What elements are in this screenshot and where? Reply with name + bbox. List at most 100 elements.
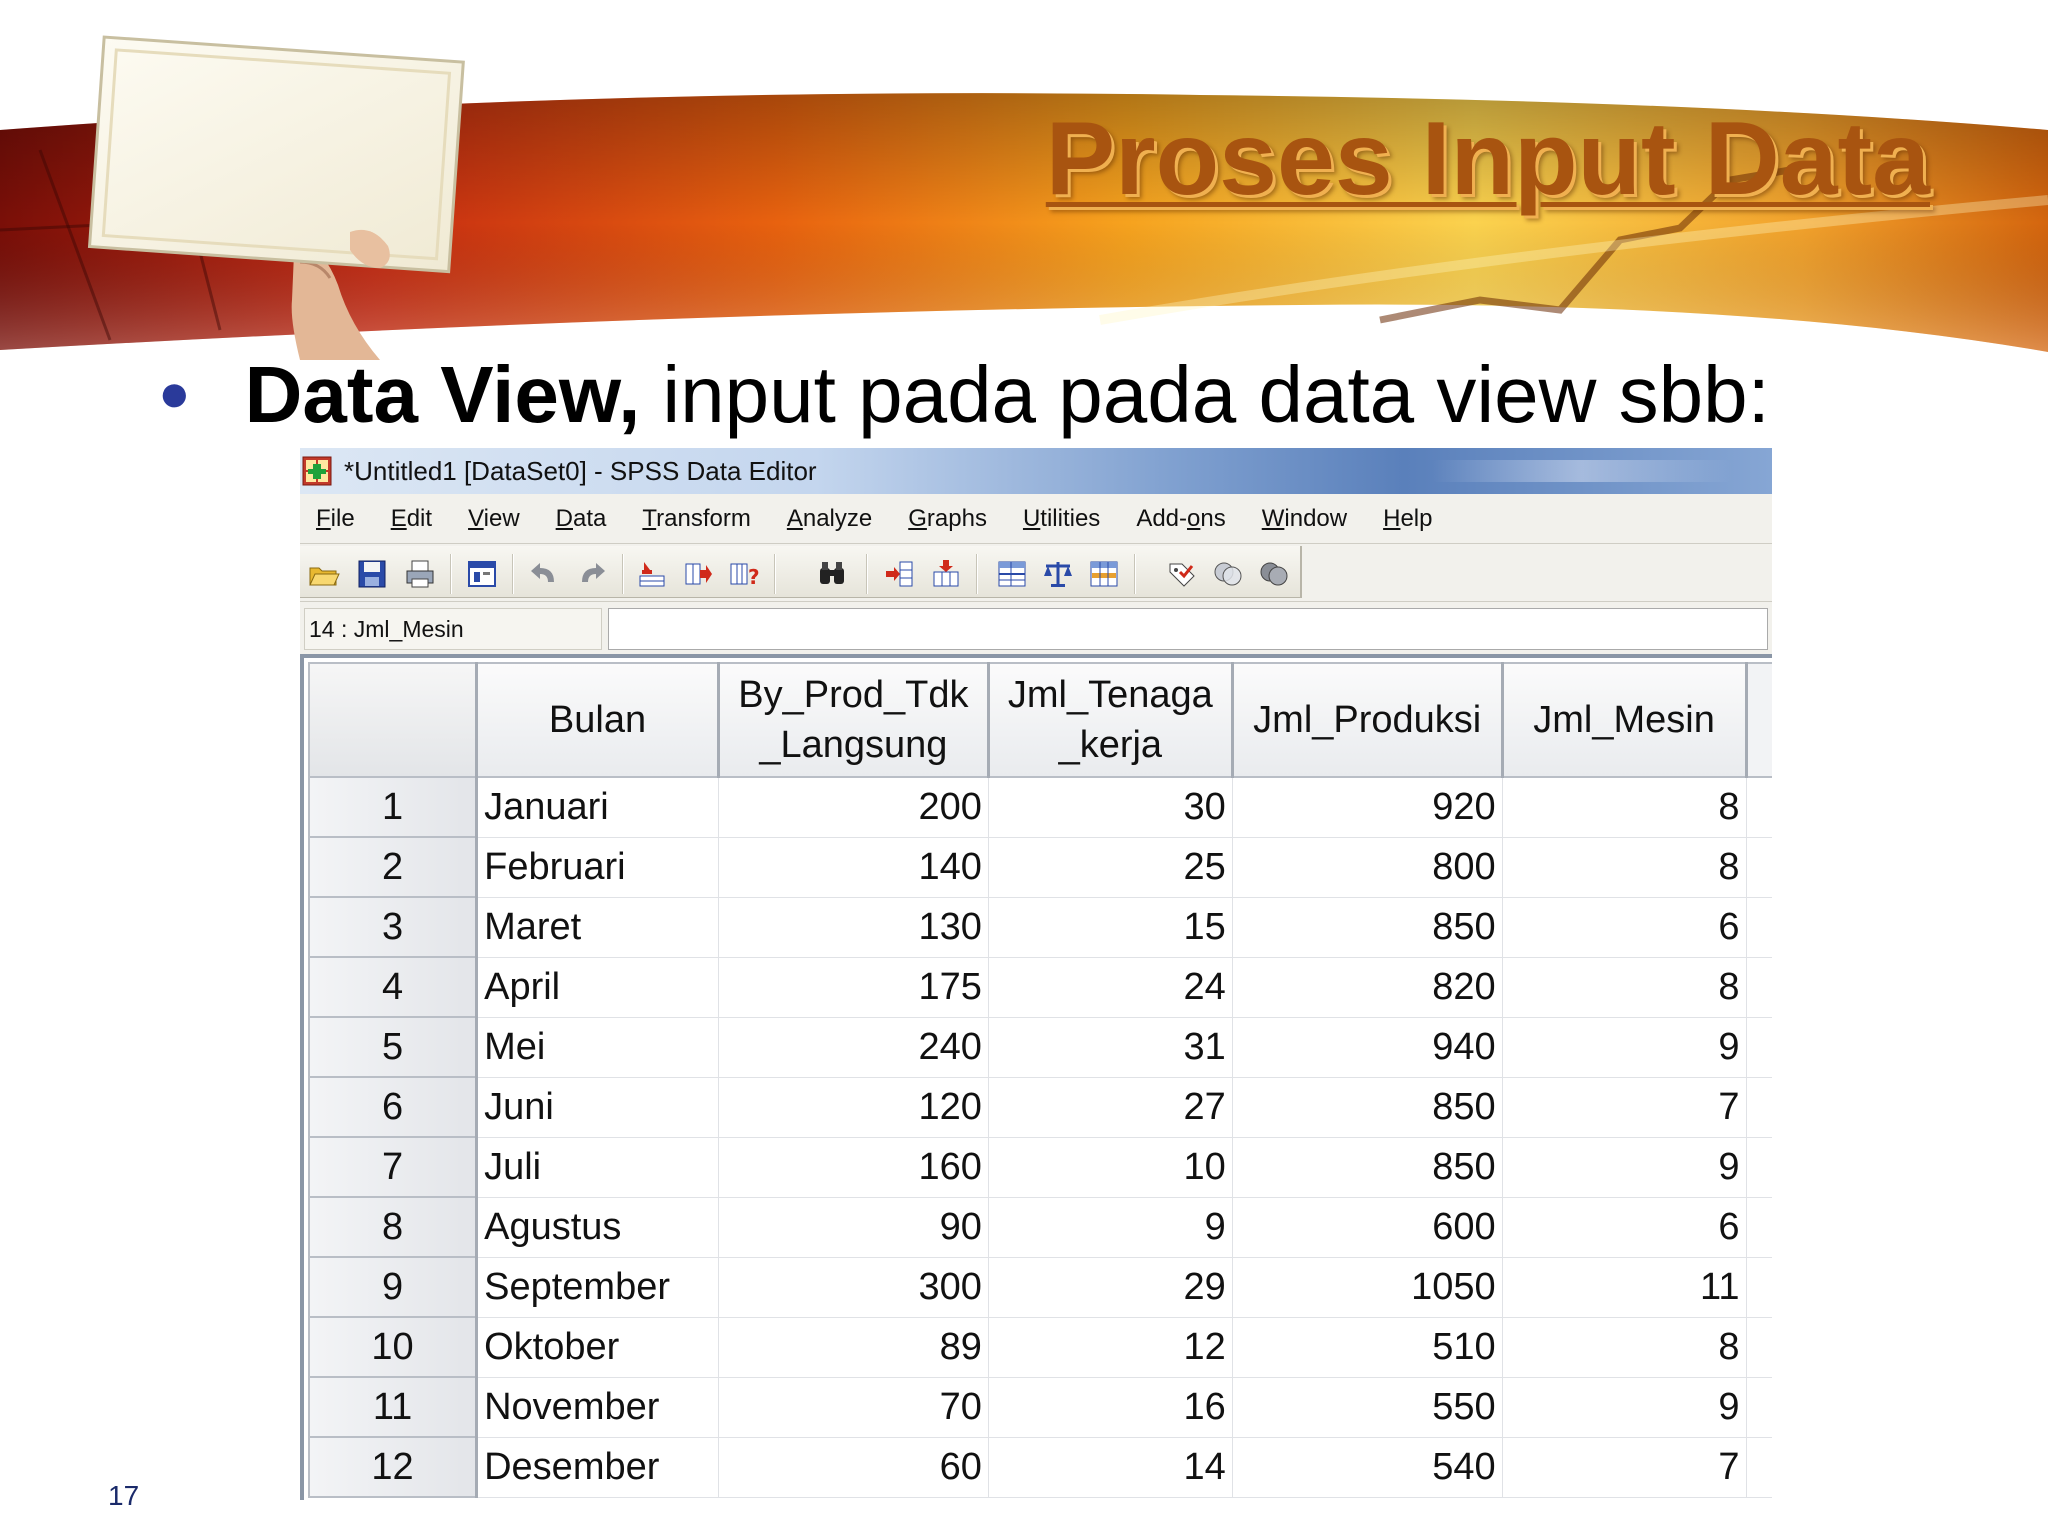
data-cell[interactable]: 29 <box>988 1257 1233 1318</box>
data-cell[interactable]: Juli <box>476 1137 719 1198</box>
data-cell[interactable]: 1050 <box>1232 1257 1503 1318</box>
cell-reference-box[interactable]: 14 : Jml_Mesin <box>304 608 602 650</box>
split-file-icon[interactable] <box>996 558 1028 590</box>
data-cell[interactable]: 10 <box>988 1137 1233 1198</box>
empty-cell[interactable] <box>1746 1317 1772 1378</box>
data-cell[interactable]: 240 <box>718 1017 989 1078</box>
row-number-cell[interactable]: 7 <box>308 1136 479 1198</box>
data-cell[interactable]: 540 <box>1232 1437 1503 1498</box>
menu-item[interactable]: Edit <box>391 505 432 533</box>
data-cell[interactable]: 70 <box>718 1377 989 1438</box>
data-cell[interactable]: 9 <box>1502 1017 1747 1078</box>
menu-item[interactable]: Transform <box>642 505 750 533</box>
row-number-cell[interactable]: 2 <box>308 836 479 898</box>
data-cell[interactable]: 25 <box>988 837 1233 898</box>
data-cell[interactable]: 920 <box>1232 777 1503 838</box>
row-number-cell[interactable]: 11 <box>308 1376 479 1438</box>
open-folder-icon[interactable] <box>308 558 340 590</box>
data-cell[interactable]: Agustus <box>476 1197 719 1258</box>
weight-cases-icon[interactable] <box>1042 558 1074 590</box>
empty-cell[interactable] <box>1746 897 1772 958</box>
data-cell[interactable]: 140 <box>718 837 989 898</box>
menu-item[interactable]: Analyze <box>787 505 872 533</box>
data-cell[interactable]: 940 <box>1232 1017 1503 1078</box>
menu-item[interactable]: Graphs <box>908 505 987 533</box>
data-cell[interactable]: 7 <box>1502 1437 1747 1498</box>
window-titlebar[interactable]: *Untitled1 [DataSet0] - SPSS Data Editor <box>300 448 1772 494</box>
data-cell[interactable]: 8 <box>1502 957 1747 1018</box>
empty-cell[interactable] <box>1746 1197 1772 1258</box>
data-cell[interactable]: 200 <box>718 777 989 838</box>
data-cell[interactable]: Januari <box>476 777 719 838</box>
empty-cell[interactable] <box>1746 1077 1772 1138</box>
column-header[interactable]: By_Prod_Tdk _Langsung <box>717 662 990 778</box>
data-cell[interactable]: 9 <box>1502 1137 1747 1198</box>
data-cell[interactable]: September <box>476 1257 719 1318</box>
menu-item[interactable]: Data <box>556 505 607 533</box>
row-number-cell[interactable]: 5 <box>308 1016 479 1078</box>
data-cell[interactable]: 600 <box>1232 1197 1503 1258</box>
print-icon[interactable] <box>404 558 436 590</box>
data-cell[interactable]: 12 <box>988 1317 1233 1378</box>
data-cell[interactable]: 89 <box>718 1317 989 1378</box>
empty-column-header[interactable] <box>1745 662 1772 778</box>
column-header[interactable]: Jml_Mesin <box>1501 662 1748 778</box>
data-cell[interactable]: 510 <box>1232 1317 1503 1378</box>
save-icon[interactable] <box>356 558 388 590</box>
data-cell[interactable]: 300 <box>718 1257 989 1318</box>
menu-item[interactable]: Help <box>1383 505 1432 533</box>
row-number-cell[interactable]: 8 <box>308 1196 479 1258</box>
grid-corner-cell[interactable] <box>308 662 479 778</box>
row-number-cell[interactable]: 10 <box>308 1316 479 1378</box>
use-sets-icon[interactable] <box>1212 558 1244 590</box>
row-number-cell[interactable]: 3 <box>308 896 479 958</box>
insert-cases-icon[interactable] <box>884 558 916 590</box>
menu-item[interactable]: Add-ons <box>1136 505 1225 533</box>
data-cell[interactable]: Maret <box>476 897 719 958</box>
data-cell[interactable]: 8 <box>1502 837 1747 898</box>
data-cell[interactable]: 130 <box>718 897 989 958</box>
data-cell[interactable]: 31 <box>988 1017 1233 1078</box>
empty-cell[interactable] <box>1746 1257 1772 1318</box>
value-labels-icon[interactable] <box>1166 558 1198 590</box>
data-cell[interactable]: Mei <box>476 1017 719 1078</box>
row-number-cell[interactable]: 1 <box>308 776 479 838</box>
data-cell[interactable]: Februari <box>476 837 719 898</box>
data-cell[interactable]: 160 <box>718 1137 989 1198</box>
data-cell[interactable]: 30 <box>988 777 1233 838</box>
data-cell[interactable]: April <box>476 957 719 1018</box>
menu-item[interactable]: Utilities <box>1023 505 1100 533</box>
empty-cell[interactable] <box>1746 1437 1772 1498</box>
cell-value-input[interactable] <box>608 608 1768 650</box>
empty-cell[interactable] <box>1746 1377 1772 1438</box>
dialog-recall-icon[interactable] <box>466 558 498 590</box>
data-cell[interactable]: 16 <box>988 1377 1233 1438</box>
empty-cell[interactable] <box>1746 1017 1772 1078</box>
data-cell[interactable]: Oktober <box>476 1317 719 1378</box>
find-icon[interactable] <box>816 558 848 590</box>
data-cell[interactable]: 60 <box>718 1437 989 1498</box>
menu-item[interactable]: View <box>468 505 520 533</box>
empty-cell[interactable] <box>1746 957 1772 1018</box>
empty-cell[interactable] <box>1746 1137 1772 1198</box>
redo-icon[interactable] <box>576 558 608 590</box>
goto-case-icon[interactable] <box>636 558 668 590</box>
menu-item[interactable]: File <box>316 505 355 533</box>
data-cell[interactable]: Desember <box>476 1437 719 1498</box>
data-cell[interactable]: 9 <box>988 1197 1233 1258</box>
data-cell[interactable]: 6 <box>1502 1197 1747 1258</box>
row-number-cell[interactable]: 6 <box>308 1076 479 1138</box>
data-cell[interactable]: 820 <box>1232 957 1503 1018</box>
column-header[interactable]: Jml_Produksi <box>1231 662 1504 778</box>
empty-cell[interactable] <box>1746 777 1772 838</box>
data-cell[interactable]: 8 <box>1502 777 1747 838</box>
data-cell[interactable]: 90 <box>718 1197 989 1258</box>
row-number-cell[interactable]: 12 <box>308 1436 479 1498</box>
data-cell[interactable]: 9 <box>1502 1377 1747 1438</box>
menu-item[interactable]: Window <box>1262 505 1347 533</box>
data-cell[interactable]: 24 <box>988 957 1233 1018</box>
data-cell[interactable]: 800 <box>1232 837 1503 898</box>
data-cell[interactable]: 850 <box>1232 1077 1503 1138</box>
row-number-cell[interactable]: 4 <box>308 956 479 1018</box>
data-cell[interactable]: 175 <box>718 957 989 1018</box>
